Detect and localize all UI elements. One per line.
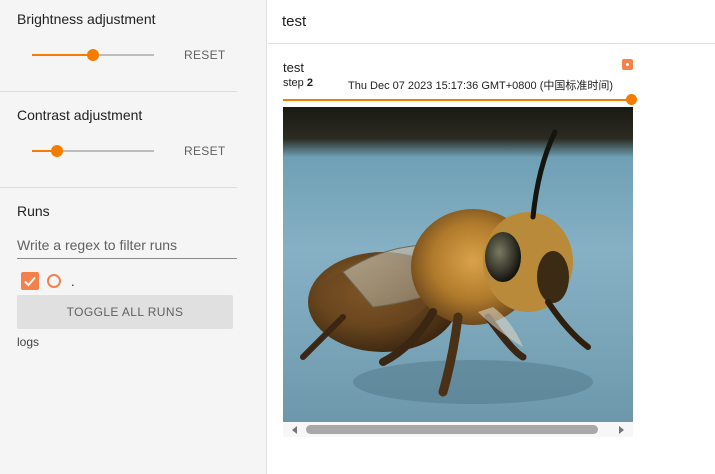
contrast-reset-button[interactable]: RESET <box>184 144 226 158</box>
step-info: step 2 <box>283 77 313 89</box>
run-filter-input[interactable] <box>17 232 237 259</box>
run-checkbox[interactable] <box>21 272 39 290</box>
sidebar: Brightness adjustment RESET Contrast adj… <box>0 0 267 474</box>
brightness-slider-fill <box>32 54 93 56</box>
timestamp: Thu Dec 07 2023 15:17:36 GMT+0800 (中国标准时… <box>348 80 614 92</box>
step-value: 2 <box>306 77 313 89</box>
contrast-slider-thumb[interactable] <box>51 145 63 157</box>
run-name: . <box>71 274 75 289</box>
bee-image <box>300 129 593 404</box>
brightness-title: Brightness adjustment <box>17 11 156 27</box>
step-slider[interactable] <box>283 94 637 106</box>
step-label: step <box>283 77 304 89</box>
logdir-label: logs <box>17 335 40 349</box>
divider <box>0 187 237 188</box>
run-color-icon[interactable] <box>47 274 61 288</box>
image-horizontal-scrollbar[interactable] <box>283 422 633 437</box>
contrast-slider[interactable] <box>32 144 154 158</box>
chevron-left-icon[interactable] <box>292 426 297 434</box>
divider <box>0 91 237 92</box>
toggle-all-runs-button[interactable]: TOGGLE ALL RUNS <box>17 295 233 329</box>
card-title: test <box>283 60 304 75</box>
runs-title: Runs <box>17 203 50 219</box>
tag-title: test <box>282 13 307 30</box>
step-slider-fill <box>283 99 633 101</box>
expand-icon[interactable] <box>622 59 633 70</box>
scrollbar-thumb[interactable] <box>306 425 598 434</box>
check-icon <box>24 276 36 287</box>
step-slider-thumb[interactable] <box>626 94 637 105</box>
contrast-title: Contrast adjustment <box>17 107 143 123</box>
image-display <box>283 107 633 422</box>
brightness-reset-button[interactable]: RESET <box>184 48 226 62</box>
tag-header[interactable]: test <box>268 0 715 44</box>
brightness-slider[interactable] <box>32 48 154 62</box>
brightness-slider-thumb[interactable] <box>87 49 99 61</box>
chevron-right-icon[interactable] <box>619 426 624 434</box>
